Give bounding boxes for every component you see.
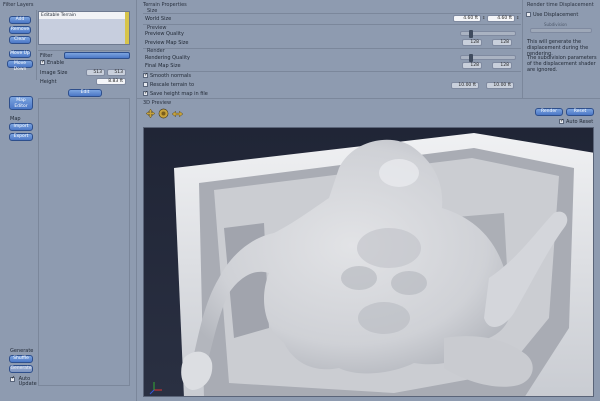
render-button[interactable]: Render <box>535 108 563 116</box>
use-displacement-check-icon[interactable] <box>526 12 531 17</box>
image-size-height[interactable]: 513 <box>107 69 126 76</box>
map-editor-button[interactable]: Map Editor <box>9 96 33 110</box>
preview-quality-label: Preview Quality <box>145 31 184 37</box>
world-size-label: World Size <box>145 16 172 22</box>
3d-viewport[interactable] <box>143 127 594 397</box>
rescale-width-field[interactable]: 10.00 ft <box>451 82 479 89</box>
left-panel-divider <box>136 0 137 401</box>
rescale-height-field[interactable]: 10.00 ft <box>486 82 514 89</box>
auto-reset-check-icon[interactable] <box>559 118 564 124</box>
image-size-label: Image Size <box>40 70 68 76</box>
import-button[interactable]: Import <box>9 123 33 131</box>
remove-button[interactable]: Remove <box>9 26 31 34</box>
shuffle-button[interactable]: Shuffle <box>9 355 33 363</box>
layer-list-item[interactable]: Editable Terrain <box>39 12 125 19</box>
map-section-label: Map <box>10 116 21 122</box>
panel-divider <box>522 0 523 98</box>
subdivision-slider[interactable] <box>530 28 592 33</box>
move-icon[interactable] <box>145 108 156 119</box>
terrain-render[interactable] <box>144 128 594 397</box>
save-height-check-icon[interactable] <box>143 90 148 96</box>
generate-label: Generate <box>10 348 34 354</box>
divider <box>143 48 521 49</box>
filter-layers-title: Filter Layers <box>3 2 34 8</box>
enable-check-icon[interactable] <box>40 59 45 65</box>
world-size-x-field[interactable]: 4.60 ft <box>453 15 481 22</box>
preview-quality-slider[interactable] <box>460 30 516 38</box>
save-height-label: Save height map in file <box>150 91 208 97</box>
auto-update-check-icon[interactable] <box>10 376 15 382</box>
image-size-width[interactable]: 513 <box>86 69 105 76</box>
layer-properties-area <box>38 98 130 386</box>
slider-knob[interactable] <box>469 30 473 38</box>
rescale-checkbox[interactable]: Rescale terrain to <box>143 82 194 88</box>
filter-select[interactable] <box>64 52 130 59</box>
export-button[interactable]: Export <box>9 133 33 141</box>
divider <box>38 50 130 51</box>
save-height-map-checkbox[interactable]: Save height map in file <box>143 90 208 97</box>
rotate-icon[interactable] <box>158 108 169 119</box>
preview-map-size-label: Preview Map Size <box>145 40 189 46</box>
use-displacement-checkbox[interactable]: Use Displacement <box>526 12 578 18</box>
divider <box>137 98 600 99</box>
rendering-quality-slider[interactable] <box>460 54 516 62</box>
smooth-normals-checkbox[interactable]: Smooth normals <box>143 72 192 79</box>
move-down-button[interactable]: Move Down <box>7 60 33 72</box>
enable-label: Enable <box>47 60 65 66</box>
smooth-normals-label: Smooth normals <box>150 73 192 79</box>
layer-list[interactable]: Editable Terrain <box>38 11 130 45</box>
height-label: Height <box>40 79 57 85</box>
enable-checkbox[interactable]: Enable <box>40 59 65 66</box>
clear-button[interactable]: Clear <box>9 36 31 44</box>
reset-button[interactable]: Reset <box>566 108 594 116</box>
subdivision-label: Subdivision <box>544 22 567 27</box>
preview-map-height[interactable]: 128 <box>492 39 512 46</box>
displacement-note-2: The subdivision parameters of the displa… <box>527 55 597 73</box>
render-section-label: Render <box>147 48 165 54</box>
world-size-y-spinner-icon[interactable]: ⇕ <box>516 15 519 20</box>
auto-reset-checkbox[interactable]: Auto Reset <box>559 118 594 125</box>
rescale-label: Rescale terrain to <box>150 82 195 88</box>
final-map-size-label: Final Map Size <box>145 63 181 69</box>
world-size-x-spinner-icon[interactable]: ⇕ <box>482 15 485 20</box>
world-size-y-field[interactable]: 4.60 ft <box>487 15 515 22</box>
edit-button[interactable]: Edit <box>68 89 102 97</box>
generate-button[interactable]: Generate <box>9 365 33 373</box>
final-map-height[interactable]: 128 <box>492 62 512 69</box>
auto-update-checkbox[interactable]: Auto Update <box>10 376 37 387</box>
use-displacement-label: Use Displacement <box>533 12 579 18</box>
left-column-divider <box>36 10 37 80</box>
layer-list-scrollbar[interactable] <box>125 12 129 44</box>
add-button[interactable]: Add <box>9 16 31 24</box>
move-up-button[interactable]: Move Up <box>9 50 31 58</box>
divider <box>143 71 521 72</box>
slider-knob[interactable] <box>469 54 473 62</box>
displacement-title: Render time Displacement <box>527 2 594 8</box>
preview-3d-title: 3D Preview <box>143 100 172 106</box>
preview-map-width[interactable]: 128 <box>462 39 482 46</box>
divider <box>143 13 521 14</box>
auto-reset-label: Auto Reset <box>566 119 594 125</box>
smooth-normals-check-icon[interactable] <box>143 72 148 78</box>
auto-update-label: Auto Update <box>18 376 37 387</box>
divider <box>143 24 521 25</box>
rescale-check-icon[interactable] <box>143 82 148 87</box>
height-field[interactable]: 8.83 ft <box>96 78 126 85</box>
rendering-quality-label: Rendering Quality <box>145 55 190 61</box>
zoom-icon[interactable] <box>171 110 184 118</box>
final-map-width[interactable]: 128 <box>462 62 482 69</box>
